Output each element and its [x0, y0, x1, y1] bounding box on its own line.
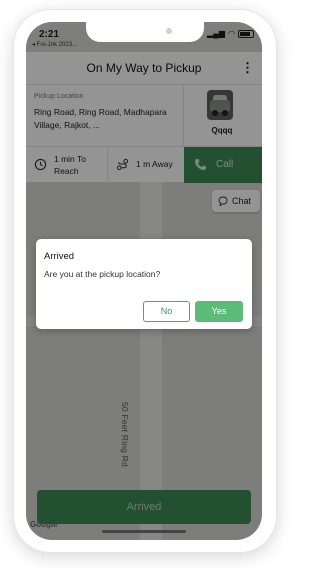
dialog-message: Are you at the pickup location?	[44, 269, 161, 279]
signal-icon: ▂▄▆	[207, 29, 226, 38]
camera-notch	[86, 22, 204, 42]
status-icons: ▂▄▆ ◠	[207, 29, 254, 38]
arrived-dialog: Arrived Are you at the pickup location? …	[36, 239, 252, 329]
camera-dot	[166, 28, 172, 34]
dialog-yes-button[interactable]: Yes	[195, 301, 243, 322]
wifi-icon: ◠	[228, 29, 235, 38]
status-time: 2:21	[39, 29, 60, 40]
battery-icon	[238, 29, 254, 38]
dialog-no-button[interactable]: No	[143, 301, 190, 322]
dialog-title: Arrived	[44, 251, 75, 262]
home-indicator[interactable]	[102, 530, 186, 533]
status-back-app[interactable]: ◂ Fre-Jnk 2023...	[32, 41, 77, 48]
